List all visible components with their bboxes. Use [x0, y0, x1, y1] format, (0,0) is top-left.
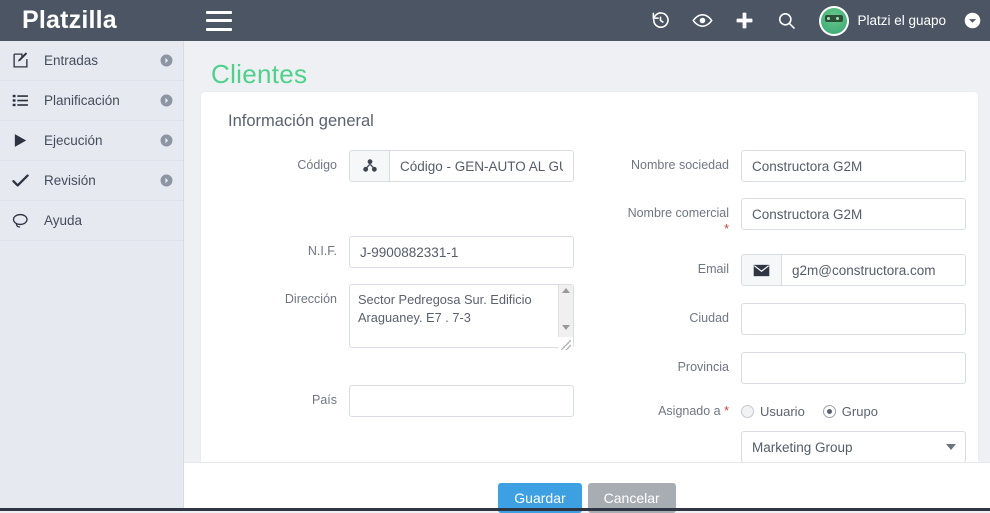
section-title: Información general	[228, 112, 374, 130]
field-ciudad: Ciudad	[601, 303, 978, 336]
envelope-icon	[741, 254, 781, 287]
chevron-right-circle-icon[interactable]	[149, 174, 183, 187]
history-icon[interactable]	[639, 0, 681, 41]
field-direccion: Dirección Sector Pedregosa Sur. Edificio…	[201, 284, 601, 353]
hamburger-bar	[206, 19, 232, 22]
search-icon[interactable]	[765, 0, 807, 41]
sidebar-item-label: Ejecución	[44, 133, 103, 148]
pais-input[interactable]	[349, 385, 574, 417]
codigo-input[interactable]	[389, 150, 574, 182]
field-label: Dirección	[284, 292, 337, 306]
hamburger-icon[interactable]	[206, 10, 232, 31]
field-label: Nombre sociedad	[631, 158, 729, 172]
grupo-select-wrapper: Marketing Group	[741, 431, 966, 464]
radio-option-usuario[interactable]: Usuario	[741, 404, 805, 419]
field-provincia: Provincia	[601, 352, 978, 385]
scroll-up-icon[interactable]	[562, 288, 570, 293]
radio-usuario-input[interactable]	[741, 405, 754, 419]
field-label: Nombre comercial *	[601, 198, 741, 237]
form-footer-bar: Guardar Cancelar	[184, 462, 990, 513]
field-nombre-sociedad: Nombre sociedad	[601, 150, 978, 182]
field-pais: País	[201, 385, 601, 417]
chevron-right-circle-icon[interactable]	[149, 134, 183, 147]
direccion-textarea[interactable]: Sector Pedregosa Sur. Edificio Araguaney…	[349, 284, 574, 348]
field-nif: N.I.F.	[201, 236, 601, 268]
hamburger-bar	[206, 10, 232, 14]
sidebar-item-label: Planificación	[44, 93, 120, 108]
direccion-wrapper: Sector Pedregosa Sur. Edificio Araguaney…	[349, 284, 574, 353]
form-card: Información general Código Código - GEN-…	[201, 92, 978, 501]
footer-buttons: Guardar Cancelar	[184, 463, 990, 513]
radio-grupo-label: Grupo	[841, 404, 878, 420]
field-label-text: Asignado a	[658, 404, 721, 419]
comment-icon	[12, 212, 40, 230]
field-label: Código	[297, 158, 337, 172]
field-nombre-comercial: Nombre comercial *	[601, 198, 978, 237]
field-label: Email	[697, 262, 729, 277]
chevron-right-circle-icon[interactable]	[149, 94, 183, 107]
sidebar: Entradas Planificación Ejecución Revisió…	[0, 41, 184, 511]
field-label: Provincia	[677, 360, 729, 375]
asignado-radio-group: Usuario Grupo	[741, 396, 978, 419]
main-content: Clientes Información general Código Códi…	[184, 41, 990, 511]
email-input-group	[741, 254, 978, 287]
sidebar-item-label: Entradas	[44, 53, 99, 68]
edit-square-icon	[12, 52, 40, 69]
required-asterisk: *	[724, 221, 729, 236]
scroll-down-icon[interactable]	[562, 325, 570, 330]
brand-label: Platzilla	[22, 6, 117, 34]
field-label: Ciudad	[689, 311, 729, 326]
avatar[interactable]	[819, 5, 850, 36]
codigo-input-group	[349, 150, 601, 182]
field-email: Email	[601, 254, 978, 287]
ciudad-input[interactable]	[741, 303, 966, 336]
top-header-bar: Platzilla Platzi el guapo	[0, 0, 990, 41]
nif-input[interactable]	[349, 236, 574, 268]
radio-grupo-input[interactable]	[822, 405, 836, 419]
field-label: N.I.F.	[307, 244, 337, 258]
resize-handle-icon[interactable]	[558, 337, 573, 352]
field-label-text: Nombre comercial	[627, 206, 729, 220]
list-icon	[12, 92, 40, 109]
grupo-select[interactable]: Marketing Group	[741, 431, 966, 464]
sidebar-item-label: Revisión	[44, 173, 96, 188]
hamburger-bar	[206, 27, 232, 31]
field-asignado-a: Asignado a * Usuario Grupo Marketing Gro…	[601, 396, 978, 464]
field-codigo: Código	[201, 150, 601, 182]
sidebar-item-label: Ayuda	[44, 213, 83, 228]
sidebar-item-revision[interactable]: Revisión	[0, 161, 183, 201]
play-icon	[12, 132, 40, 149]
chevron-right-circle-icon[interactable]	[149, 54, 183, 67]
username-label[interactable]: Platzi el guapo	[857, 13, 954, 28]
required-asterisk: *	[724, 404, 729, 419]
sitemap-icon	[349, 150, 389, 182]
chevron-down-circle-icon[interactable]	[954, 0, 990, 41]
field-label: País	[311, 393, 337, 407]
eye-icon[interactable]	[681, 0, 723, 41]
radio-usuario-label: Usuario	[760, 404, 805, 420]
check-icon	[12, 172, 40, 189]
sidebar-item-ayuda[interactable]: Ayuda	[0, 201, 183, 241]
sidebar-item-entradas[interactable]: Entradas	[0, 41, 183, 81]
nombre-comercial-input[interactable]	[741, 198, 966, 230]
email-input[interactable]	[781, 254, 966, 287]
radio-option-grupo[interactable]: Grupo	[822, 404, 878, 420]
avatar-image	[821, 7, 848, 34]
sidebar-item-planificacion[interactable]: Planificación	[0, 81, 183, 121]
field-label: Asignado a *	[601, 396, 741, 420]
form-column-left: Código Código - GEN-AUTO AL GUARDAR N.I.…	[201, 150, 601, 433]
provincia-input[interactable]	[741, 352, 966, 385]
sidebar-item-ejecucion[interactable]: Ejecución	[0, 121, 183, 161]
app-brand[interactable]: Platzilla	[0, 0, 184, 41]
plus-icon[interactable]	[723, 0, 765, 41]
nombre-sociedad-input[interactable]	[741, 150, 966, 182]
form-column-right: Nombre sociedad Nombre comercial * E	[601, 150, 978, 479]
